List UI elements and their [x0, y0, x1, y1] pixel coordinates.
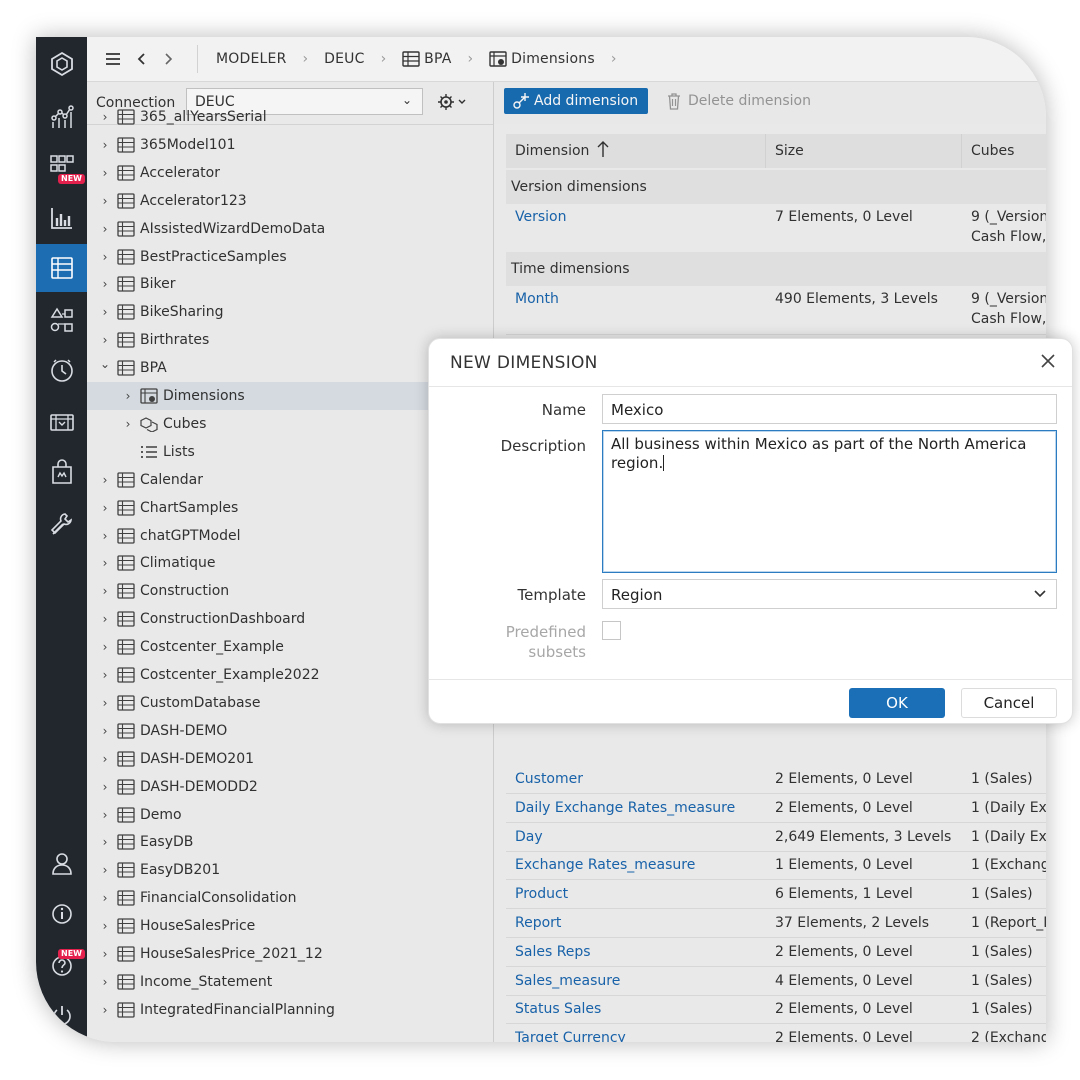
chevron-down-icon	[1034, 590, 1046, 598]
breadcrumb-deuc[interactable]: DEUC	[324, 51, 364, 67]
cancel-button[interactable]: Cancel	[961, 688, 1057, 718]
nav-dashboards-button[interactable]: NEW	[36, 142, 87, 190]
description-value: All business within Mexico as part of th…	[611, 435, 1027, 472]
reports-icon	[50, 208, 72, 229]
breadcrumb-separator: ›	[302, 51, 309, 67]
info-icon	[51, 904, 72, 924]
toolbar-divider	[197, 45, 198, 73]
predefined-label-line1: Predefined	[505, 623, 586, 641]
marketplace-icon	[49, 414, 74, 431]
nav-analytics-button[interactable]	[36, 92, 87, 140]
predefined-subsets-label: Predefined subsets	[506, 622, 586, 662]
name-label: Name	[541, 401, 586, 419]
nav-power-button[interactable]	[36, 992, 87, 1040]
nav-modeler-button[interactable]	[36, 244, 87, 292]
nav-rail: NEW NEW	[36, 37, 87, 1042]
scheduler-icon	[50, 359, 73, 382]
nav-admin-tools-button[interactable]	[36, 500, 87, 548]
database-icon	[402, 51, 420, 67]
new-badge: NEW	[58, 174, 85, 184]
dialog-header-divider	[429, 386, 1072, 387]
nav-scheduler-button[interactable]	[36, 346, 87, 394]
breadcrumb-separator: ›	[467, 51, 474, 67]
ok-button[interactable]: OK	[849, 688, 945, 718]
analytics-icon	[50, 105, 74, 128]
template-select[interactable]: Region	[602, 579, 1057, 609]
modeler-icon	[50, 257, 73, 279]
menu-icon[interactable]	[103, 52, 123, 66]
new-badge: NEW	[58, 949, 85, 959]
power-icon	[52, 1006, 71, 1025]
predefined-subsets-checkbox[interactable]	[602, 621, 621, 640]
dimensions-icon	[489, 51, 507, 67]
admin-tools-icon	[50, 513, 72, 535]
name-input[interactable]: Mexico	[602, 394, 1057, 424]
dialog-footer-divider	[429, 679, 1072, 680]
workflow-icon	[50, 307, 73, 332]
store-icon	[51, 459, 72, 484]
back-icon[interactable]	[135, 52, 149, 66]
template-value: Region	[611, 586, 663, 604]
name-input-value: Mexico	[611, 401, 664, 419]
description-textarea[interactable]: All business within Mexico as part of th…	[602, 430, 1057, 573]
template-label: Template	[517, 586, 586, 604]
nav-reports-button[interactable]	[36, 194, 87, 242]
dialog-title: NEW DIMENSION	[450, 353, 598, 373]
nav-info-button[interactable]	[36, 890, 87, 938]
nav-app-logo-button[interactable]	[36, 40, 87, 88]
text-cursor	[663, 455, 665, 471]
user-icon	[51, 853, 72, 875]
predefined-label-line2: subsets	[528, 643, 586, 661]
breadcrumb-bpa[interactable]: BPA	[424, 51, 451, 67]
nav-workflow-button[interactable]	[36, 296, 87, 344]
breadcrumb-separator: ›	[610, 51, 617, 67]
forward-icon[interactable]	[161, 52, 175, 66]
top-bar: MODELER › DEUC › BPA › Dimensions ›	[87, 37, 1046, 82]
new-dimension-dialog: NEW DIMENSION Name Mexico Description Al…	[428, 338, 1073, 724]
breadcrumb-dimensions[interactable]: Dimensions	[511, 51, 595, 67]
nav-store-button[interactable]	[36, 448, 87, 496]
nav-help-button[interactable]: NEW	[36, 942, 87, 990]
breadcrumb-modeler[interactable]: MODELER	[216, 51, 287, 67]
close-icon[interactable]	[1040, 353, 1056, 369]
breadcrumb-separator: ›	[380, 51, 387, 67]
description-label: Description	[500, 437, 586, 455]
app-logo-icon	[50, 51, 73, 77]
nav-marketplace-button[interactable]	[36, 398, 87, 446]
nav-user-button[interactable]	[36, 839, 87, 887]
